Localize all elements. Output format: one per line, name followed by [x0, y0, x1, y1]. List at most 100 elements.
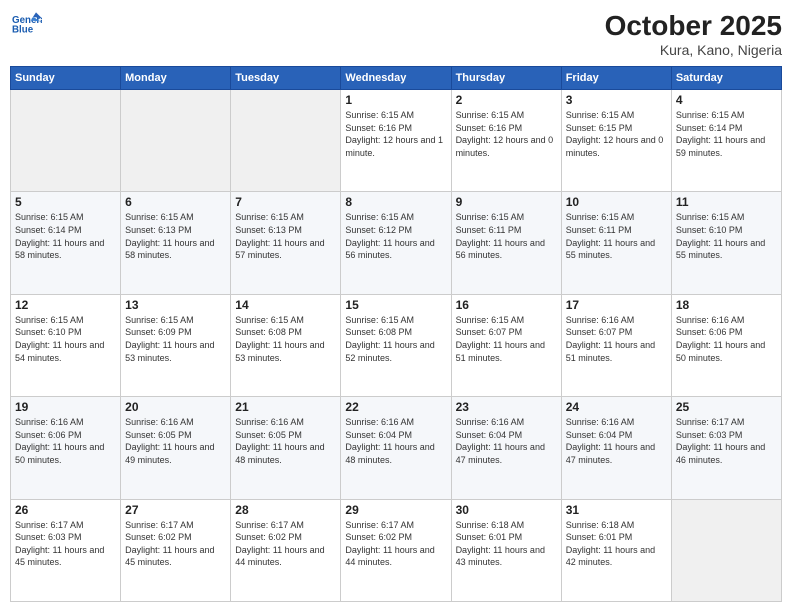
- day-info: Sunrise: 6:15 AMSunset: 6:08 PMDaylight:…: [235, 314, 336, 364]
- day-number: 19: [15, 400, 116, 414]
- day-number: 5: [15, 195, 116, 209]
- calendar-cell: 17Sunrise: 6:16 AMSunset: 6:07 PMDayligh…: [561, 294, 671, 396]
- day-number: 4: [676, 93, 777, 107]
- calendar-cell: 4 Sunrise: 6:15 AMSunset: 6:14 PMDaylight…: [671, 90, 781, 192]
- day-info: Sunrise: 6:15 AMSunset: 6:16 PMDaylight:…: [456, 109, 557, 159]
- calendar-cell: 6 Sunrise: 6:15 AMSunset: 6:13 PMDaylight…: [121, 192, 231, 294]
- day-info: Sunrise: 6:15 AMSunset: 6:13 PMDaylight:…: [125, 211, 226, 261]
- calendar-cell: 22 Sunrise: 6:16 AMSunset: 6:04 PMDayligh…: [341, 397, 451, 499]
- day-number: 16: [456, 298, 557, 312]
- calendar-subtitle: Kura, Kano, Nigeria: [605, 42, 782, 58]
- calendar-title: October 2025: [605, 10, 782, 42]
- calendar-week-4: 19 Sunrise: 6:16 AMSunset: 6:06 PMDayligh…: [11, 397, 782, 499]
- calendar-cell: 25Sunrise: 6:17 AMSunset: 6:03 PMDayligh…: [671, 397, 781, 499]
- calendar-cell: 15Sunrise: 6:15 AMSunset: 6:08 PMDayligh…: [341, 294, 451, 396]
- calendar-cell: [11, 90, 121, 192]
- header-monday: Monday: [121, 67, 231, 90]
- calendar-cell: 9 Sunrise: 6:15 AMSunset: 6:11 PMDaylight…: [451, 192, 561, 294]
- svg-text:Blue: Blue: [12, 25, 34, 36]
- calendar-week-3: 12Sunrise: 6:15 AMSunset: 6:10 PMDayligh…: [11, 294, 782, 396]
- calendar-cell: 7Sunrise: 6:15 AMSunset: 6:13 PMDaylight…: [231, 192, 341, 294]
- day-info: Sunrise: 6:17 AMSunset: 6:02 PMDaylight:…: [125, 519, 226, 569]
- day-number: 20: [125, 400, 226, 414]
- calendar-week-5: 26 Sunrise: 6:17 AMSunset: 6:03 PMDayligh…: [11, 499, 782, 601]
- calendar-cell: 23 Sunrise: 6:16 AMSunset: 6:04 PMDayligh…: [451, 397, 561, 499]
- calendar-cell: 12Sunrise: 6:15 AMSunset: 6:10 PMDayligh…: [11, 294, 121, 396]
- calendar-cell: 26 Sunrise: 6:17 AMSunset: 6:03 PMDayligh…: [11, 499, 121, 601]
- day-info: Sunrise: 6:15 AMSunset: 6:16 PMDaylight:…: [345, 109, 446, 159]
- day-info: Sunrise: 6:18 AMSunset: 6:01 PMDaylight:…: [456, 519, 557, 569]
- header-tuesday: Tuesday: [231, 67, 341, 90]
- day-number: 22: [345, 400, 446, 414]
- weekday-header-row: Sunday Monday Tuesday Wednesday Thursday…: [11, 67, 782, 90]
- day-number: 28: [235, 503, 336, 517]
- day-info: Sunrise: 6:16 AMSunset: 6:04 PMDaylight:…: [566, 416, 667, 466]
- day-number: 23: [456, 400, 557, 414]
- calendar-cell: 16Sunrise: 6:15 AMSunset: 6:07 PMDayligh…: [451, 294, 561, 396]
- calendar-cell: 10Sunrise: 6:15 AMSunset: 6:11 PMDayligh…: [561, 192, 671, 294]
- logo: General Blue: [10, 10, 42, 43]
- day-number: 2: [456, 93, 557, 107]
- day-info: Sunrise: 6:15 AMSunset: 6:15 PMDaylight:…: [566, 109, 667, 159]
- header-thursday: Thursday: [451, 67, 561, 90]
- calendar-cell: 19 Sunrise: 6:16 AMSunset: 6:06 PMDayligh…: [11, 397, 121, 499]
- day-info: Sunrise: 6:16 AMSunset: 6:07 PMDaylight:…: [566, 314, 667, 364]
- calendar-cell: 14 Sunrise: 6:15 AMSunset: 6:08 PMDayligh…: [231, 294, 341, 396]
- day-info: Sunrise: 6:16 AMSunset: 6:04 PMDaylight:…: [456, 416, 557, 466]
- day-number: 15: [345, 298, 446, 312]
- calendar-week-2: 5Sunrise: 6:15 AMSunset: 6:14 PMDaylight…: [11, 192, 782, 294]
- calendar-cell: 2 Sunrise: 6:15 AMSunset: 6:16 PMDaylight…: [451, 90, 561, 192]
- day-number: 24: [566, 400, 667, 414]
- day-number: 14: [235, 298, 336, 312]
- day-info: Sunrise: 6:17 AMSunset: 6:03 PMDaylight:…: [15, 519, 116, 569]
- day-info: Sunrise: 6:18 AMSunset: 6:01 PMDaylight:…: [566, 519, 667, 569]
- day-info: Sunrise: 6:16 AMSunset: 6:05 PMDaylight:…: [125, 416, 226, 466]
- header-friday: Friday: [561, 67, 671, 90]
- day-number: 31: [566, 503, 667, 517]
- day-info: Sunrise: 6:15 AMSunset: 6:09 PMDaylight:…: [125, 314, 226, 364]
- day-number: 30: [456, 503, 557, 517]
- day-info: Sunrise: 6:15 AMSunset: 6:10 PMDaylight:…: [15, 314, 116, 364]
- calendar-table: Sunday Monday Tuesday Wednesday Thursday…: [10, 66, 782, 602]
- day-number: 11: [676, 195, 777, 209]
- calendar-cell: 30 Sunrise: 6:18 AMSunset: 6:01 PMDayligh…: [451, 499, 561, 601]
- day-info: Sunrise: 6:15 AMSunset: 6:14 PMDaylight:…: [676, 109, 777, 159]
- calendar-week-1: 1 Sunrise: 6:15 AMSunset: 6:16 PMDaylight…: [11, 90, 782, 192]
- day-info: Sunrise: 6:16 AMSunset: 6:06 PMDaylight:…: [15, 416, 116, 466]
- calendar-cell: [121, 90, 231, 192]
- calendar-cell: 20 Sunrise: 6:16 AMSunset: 6:05 PMDayligh…: [121, 397, 231, 499]
- day-info: Sunrise: 6:15 AMSunset: 6:11 PMDaylight:…: [566, 211, 667, 261]
- day-number: 13: [125, 298, 226, 312]
- header-saturday: Saturday: [671, 67, 781, 90]
- calendar-cell: [671, 499, 781, 601]
- calendar-cell: 5Sunrise: 6:15 AMSunset: 6:14 PMDaylight…: [11, 192, 121, 294]
- day-number: 3: [566, 93, 667, 107]
- day-number: 6: [125, 195, 226, 209]
- day-info: Sunrise: 6:16 AMSunset: 6:04 PMDaylight:…: [345, 416, 446, 466]
- title-block: October 2025 Kura, Kano, Nigeria: [605, 10, 782, 58]
- header: General Blue October 2025 Kura, Kano, Ni…: [10, 10, 782, 58]
- day-number: 27: [125, 503, 226, 517]
- day-info: Sunrise: 6:17 AMSunset: 6:02 PMDaylight:…: [345, 519, 446, 569]
- calendar-cell: 13 Sunrise: 6:15 AMSunset: 6:09 PMDayligh…: [121, 294, 231, 396]
- day-number: 25: [676, 400, 777, 414]
- day-number: 9: [456, 195, 557, 209]
- calendar-cell: 29Sunrise: 6:17 AMSunset: 6:02 PMDayligh…: [341, 499, 451, 601]
- calendar-cell: 31 Sunrise: 6:18 AMSunset: 6:01 PMDayligh…: [561, 499, 671, 601]
- day-number: 26: [15, 503, 116, 517]
- day-info: Sunrise: 6:15 AMSunset: 6:11 PMDaylight:…: [456, 211, 557, 261]
- logo-icon: General Blue: [12, 10, 42, 38]
- day-info: Sunrise: 6:16 AMSunset: 6:06 PMDaylight:…: [676, 314, 777, 364]
- day-info: Sunrise: 6:15 AMSunset: 6:12 PMDaylight:…: [345, 211, 446, 261]
- day-info: Sunrise: 6:15 AMSunset: 6:10 PMDaylight:…: [676, 211, 777, 261]
- calendar-cell: [231, 90, 341, 192]
- header-wednesday: Wednesday: [341, 67, 451, 90]
- calendar-cell: 11 Sunrise: 6:15 AMSunset: 6:10 PMDayligh…: [671, 192, 781, 294]
- day-number: 7: [235, 195, 336, 209]
- day-number: 21: [235, 400, 336, 414]
- day-number: 1: [345, 93, 446, 107]
- day-info: Sunrise: 6:16 AMSunset: 6:05 PMDaylight:…: [235, 416, 336, 466]
- calendar-cell: 8Sunrise: 6:15 AMSunset: 6:12 PMDaylight…: [341, 192, 451, 294]
- page: General Blue October 2025 Kura, Kano, Ni…: [0, 0, 792, 612]
- calendar-cell: 18Sunrise: 6:16 AMSunset: 6:06 PMDayligh…: [671, 294, 781, 396]
